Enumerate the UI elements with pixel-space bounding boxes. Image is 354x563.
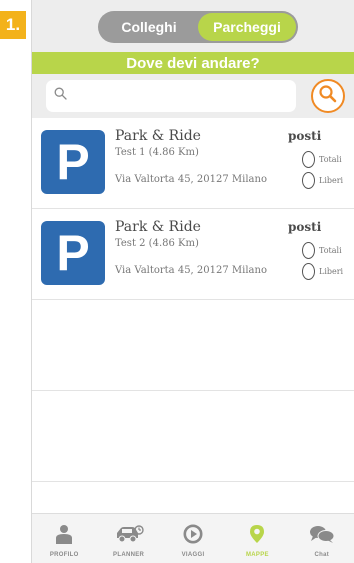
bottom-tab-bar: PROFILO PLANNER VIAGGI MAPPE Chat	[32, 513, 354, 563]
parking-card[interactable]: P Park & Ride Test 1 (4.86 Km) Via Valto…	[32, 118, 354, 209]
totali-label: Totali	[319, 155, 342, 164]
search-icon	[54, 87, 67, 105]
tab-mappe[interactable]: MAPPE	[225, 514, 289, 563]
parking-p-icon: P	[41, 221, 105, 285]
search-button[interactable]	[311, 79, 345, 113]
search-input[interactable]	[73, 82, 283, 110]
parking-title: Park & Ride	[115, 219, 201, 235]
tab-chat[interactable]: Chat	[290, 514, 354, 563]
totali-counter: Totali	[302, 242, 342, 259]
tab-label: PROFILO	[49, 552, 79, 558]
parking-subtitle: Test 1 (4.86 Km)	[115, 147, 199, 158]
destination-banner: Dove devi andare?	[32, 52, 354, 74]
tab-planner[interactable]: PLANNER	[96, 514, 160, 563]
search-bar	[32, 74, 354, 118]
segment-parcheggi[interactable]: Parcheggi	[198, 13, 296, 41]
play-icon	[183, 524, 203, 552]
count-circle-icon	[302, 263, 315, 280]
totali-counter: Totali	[302, 151, 342, 168]
parking-subtitle: Test 2 (4.86 Km)	[115, 238, 199, 249]
parking-p-icon: P	[41, 130, 105, 194]
search-field[interactable]	[46, 80, 296, 112]
count-circle-icon	[302, 151, 315, 168]
count-circle-icon	[302, 172, 315, 189]
chat-icon	[309, 524, 335, 552]
tab-label: VIAGGI	[181, 552, 205, 558]
search-icon	[318, 84, 338, 109]
empty-row	[32, 391, 354, 482]
segment-colleghi[interactable]: Colleghi	[100, 13, 198, 41]
person-icon	[54, 524, 74, 552]
parking-address: Via Valtorta 45, 20127 Milano	[115, 174, 267, 185]
posti-label: posti	[288, 129, 322, 143]
liberi-label: Liberi	[319, 176, 344, 185]
step-badge: 1.	[0, 11, 26, 39]
map-pin-icon	[249, 524, 265, 552]
tab-label: PLANNER	[113, 552, 145, 558]
parking-address: Via Valtorta 45, 20127 Milano	[115, 265, 267, 276]
parking-list: P Park & Ride Test 1 (4.86 Km) Via Valto…	[32, 118, 354, 482]
parking-title: Park & Ride	[115, 128, 201, 144]
liberi-counter: Liberi	[302, 172, 343, 189]
tab-label: Chat	[314, 552, 330, 558]
posti-label: posti	[288, 220, 322, 234]
segmented-control: Colleghi Parcheggi	[98, 11, 298, 43]
car-icon	[114, 524, 144, 552]
tab-viaggi[interactable]: VIAGGI	[161, 514, 225, 563]
count-circle-icon	[302, 242, 315, 259]
top-header: Colleghi Parcheggi	[32, 0, 354, 52]
liberi-label: Liberi	[319, 267, 344, 276]
tab-label: MAPPE	[246, 552, 269, 558]
app-screen: Colleghi Parcheggi Dove devi andare? P P…	[31, 0, 354, 563]
liberi-counter: Liberi	[302, 263, 343, 280]
totali-label: Totali	[319, 246, 342, 255]
parking-card[interactable]: P Park & Ride Test 2 (4.86 Km) Via Valto…	[32, 209, 354, 300]
tab-profilo[interactable]: PROFILO	[32, 514, 96, 563]
empty-row	[32, 300, 354, 391]
